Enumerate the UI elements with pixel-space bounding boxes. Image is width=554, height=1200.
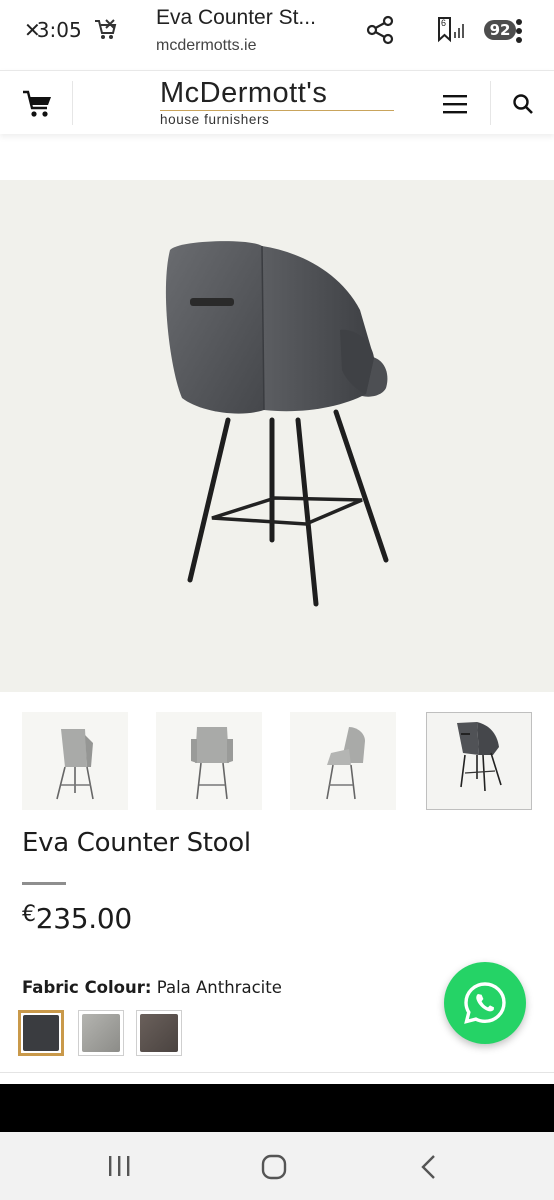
- page: ✕3:05 Eva Counter St... mcdermotts.ie 6 …: [0, 0, 554, 1200]
- logo-rule: [160, 110, 394, 111]
- overflow-menu-icon[interactable]: [514, 18, 524, 44]
- stool-illustration: [165, 241, 389, 607]
- browser-top-bar: ✕3:05 Eva Counter St... mcdermotts.ie 6 …: [0, 0, 554, 70]
- fabric-colour-label: Fabric Colour: Pala Anthracite: [22, 978, 282, 997]
- product-name-underline: [22, 882, 66, 885]
- thumbnail-2[interactable]: [156, 712, 262, 810]
- page-url[interactable]: mcdermotts.ie: [156, 37, 256, 55]
- home-icon[interactable]: [261, 1154, 287, 1180]
- site-logo[interactable]: McDermott's house furnishers: [160, 77, 396, 129]
- header-divider: [490, 81, 491, 125]
- cart-icon[interactable]: [22, 89, 54, 119]
- swatch-fill: [82, 1014, 120, 1052]
- sim-badge: 6: [441, 18, 447, 28]
- product-name: Eva Counter Stool: [22, 828, 251, 858]
- site-header: McDermott's house furnishers: [0, 70, 554, 134]
- product-thumbnails: [0, 712, 554, 812]
- logo-sub-text: house furnishers: [160, 112, 270, 127]
- signal-icon: 6: [436, 16, 466, 44]
- thumbnail-1[interactable]: [22, 712, 128, 810]
- whatsapp-button[interactable]: [444, 962, 526, 1044]
- menu-icon[interactable]: [442, 93, 468, 115]
- header-divider: [72, 81, 73, 125]
- system-nav-bar: [0, 1132, 554, 1200]
- swatch-brown[interactable]: [136, 1010, 182, 1056]
- whatsapp-icon: [464, 982, 506, 1024]
- share-icon[interactable]: [364, 14, 396, 46]
- product-main-image[interactable]: [0, 180, 554, 692]
- price-value: 235.00: [35, 902, 132, 935]
- logo-main-text: McDermott's: [160, 77, 328, 109]
- back-icon[interactable]: [418, 1154, 440, 1180]
- swatch-fill: [140, 1014, 178, 1052]
- page-title[interactable]: Eva Counter St...: [156, 6, 316, 30]
- swatch-pala-anthracite[interactable]: [18, 1010, 64, 1056]
- section-divider: [0, 1072, 554, 1073]
- fabric-label-key: Fabric Colour:: [22, 978, 152, 997]
- fabric-label-value: Pala Anthracite: [156, 978, 282, 997]
- battery-badge: 92: [484, 20, 516, 40]
- swatch-light-grey[interactable]: [78, 1010, 124, 1056]
- status-time: ✕3:05: [24, 18, 82, 42]
- thumbnail-3[interactable]: [290, 712, 396, 810]
- currency-symbol: €: [22, 902, 36, 927]
- swatch-fill: [23, 1015, 59, 1051]
- thumbnail-4-active[interactable]: [426, 712, 532, 810]
- product-price: €235.00: [22, 902, 132, 935]
- recents-icon[interactable]: [106, 1154, 132, 1178]
- notification-icon: [95, 19, 117, 39]
- search-icon[interactable]: [512, 93, 534, 115]
- sticky-footer-bar: [0, 1084, 554, 1132]
- status-time-text: 3:05: [36, 18, 82, 42]
